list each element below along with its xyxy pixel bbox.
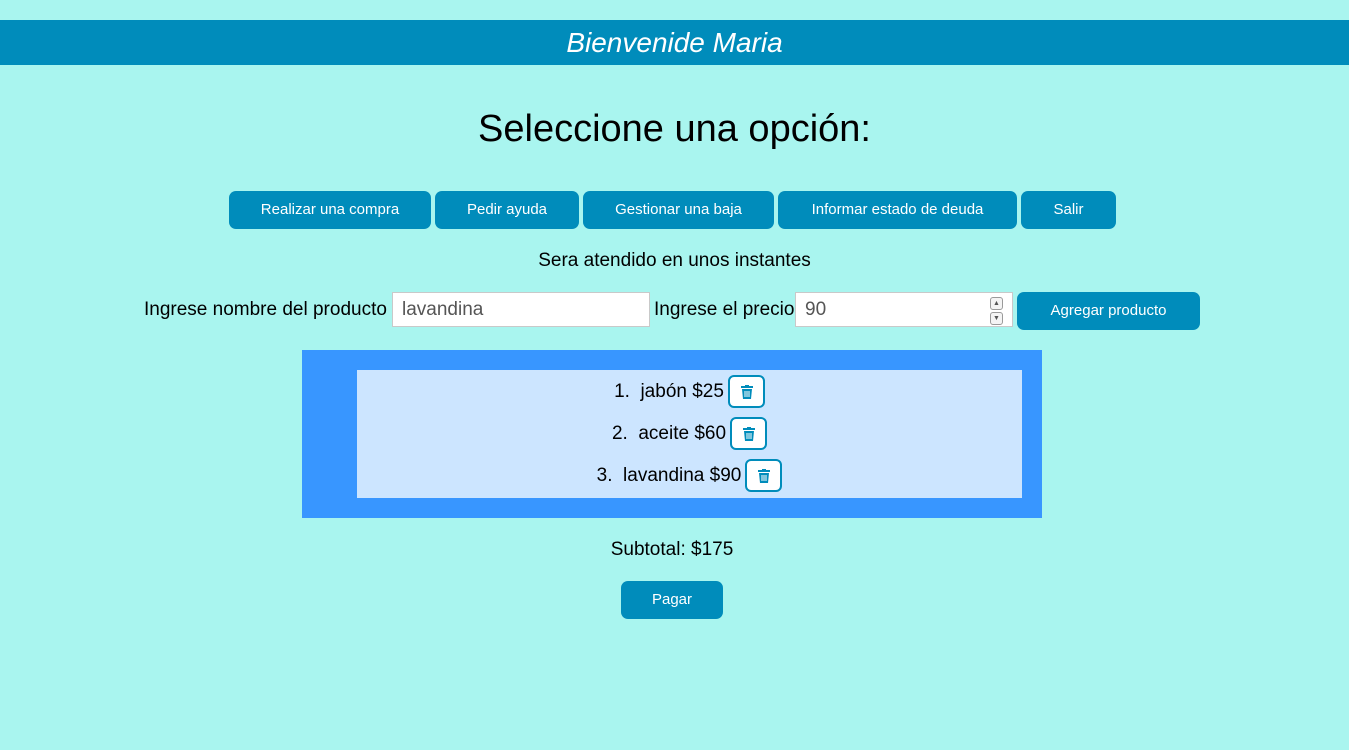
trash-icon (758, 468, 771, 483)
cancel-service-button[interactable]: Gestionar una baja (583, 191, 774, 229)
list-item: 3. lavandina $90 (357, 458, 1022, 493)
buy-button[interactable]: Realizar una compra (229, 191, 431, 229)
product-name-label: Ingrese nombre del producto (144, 299, 387, 320)
price-stepper[interactable]: ▲ ▼ (990, 297, 1003, 325)
status-message: Sera atendido en unos instantes (538, 250, 811, 271)
exit-button[interactable]: Salir (1021, 191, 1116, 229)
delete-item-button[interactable] (727, 374, 765, 408)
price-label: Ingrese el precio (654, 299, 795, 320)
delete-item-button[interactable] (745, 458, 783, 492)
chevron-down-icon[interactable]: ▼ (990, 312, 1003, 325)
help-button[interactable]: Pedir ayuda (435, 191, 579, 229)
subtotal-text: Subtotal: $175 (610, 539, 734, 560)
cart-list: 1. jabón $25 2. aceite $60 3. lavandina … (357, 370, 1022, 498)
list-item: 1. jabón $25 (357, 374, 1022, 409)
delete-item-button[interactable] (730, 416, 768, 450)
trash-icon (740, 384, 753, 399)
trash-icon (743, 426, 756, 441)
chevron-up-icon[interactable]: ▲ (990, 297, 1003, 310)
page-title: Seleccione una opción: (478, 108, 871, 150)
cart-item-label: 3. lavandina $90 (596, 465, 742, 486)
add-product-button[interactable]: Agregar producto (1017, 292, 1200, 330)
cart-item-label: 2. aceite $60 (611, 423, 727, 444)
options-menu: Realizar una compra Pedir ayuda Gestiona… (0, 191, 1349, 229)
debt-status-button[interactable]: Informar estado de deuda (778, 191, 1017, 229)
pay-button[interactable]: Pagar (621, 581, 723, 619)
welcome-banner: Bienvenide Maria (0, 20, 1349, 65)
price-input[interactable] (795, 292, 1013, 327)
cart-item-label: 1. jabón $25 (614, 381, 724, 402)
product-name-input[interactable] (392, 292, 650, 327)
list-item: 2. aceite $60 (357, 416, 1022, 451)
